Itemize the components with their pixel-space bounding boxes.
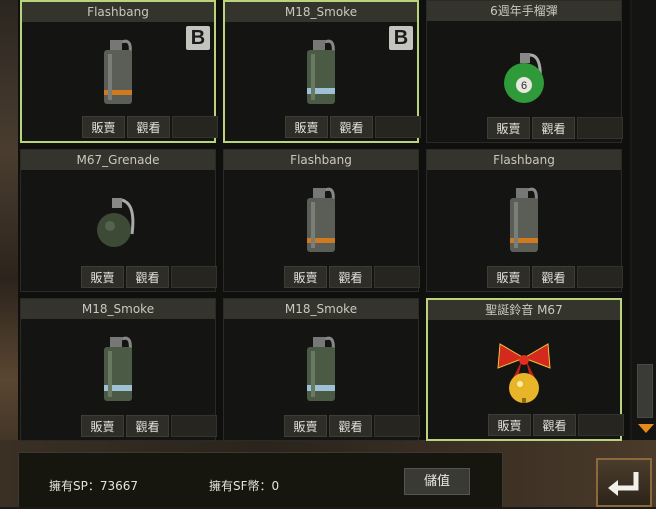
blank-button (374, 415, 420, 437)
scrollbar[interactable] (632, 0, 656, 440)
view-button[interactable]: 觀看 (126, 415, 169, 437)
smoke-grenade-icon (307, 336, 335, 401)
button-row: 販賣 觀看 (488, 414, 624, 436)
sell-button[interactable]: 販賣 (82, 116, 125, 138)
button-row: 販賣 觀看 (285, 116, 421, 138)
smoke-grenade-icon (104, 336, 132, 401)
frag-grenade-icon (97, 198, 135, 247)
sell-button[interactable]: 販賣 (284, 415, 327, 437)
item-card[interactable]: 聖誕鈴音 M67 販賣 觀看 (426, 298, 624, 441)
item-card[interactable]: Flashbang B 販賣 觀看 (20, 0, 218, 143)
sell-button[interactable]: 販賣 (487, 117, 530, 139)
view-button[interactable]: 觀看 (533, 414, 576, 436)
sell-button[interactable]: 販賣 (285, 116, 328, 138)
footer-panel: 擁有SP：73667 擁有SF幣：0 儲值 (18, 452, 503, 507)
item-card[interactable]: M67_Grenade 販賣 觀看 (20, 149, 217, 292)
flashbang-grenade-icon (104, 39, 132, 104)
button-row: 販賣 觀看 (487, 266, 623, 288)
return-button[interactable] (596, 458, 652, 507)
view-button[interactable]: 觀看 (126, 266, 169, 288)
background-left (0, 0, 18, 507)
item-name: 6週年手榴彈 (427, 1, 621, 21)
sp-balance: 擁有SP：73667 (49, 479, 139, 493)
view-button[interactable]: 觀看 (127, 116, 170, 138)
item-name: 聖誕鈴音 M67 (428, 300, 620, 320)
button-row: 販賣 觀看 (82, 116, 218, 138)
item-card[interactable]: Flashbang 販賣 觀看 (223, 149, 420, 292)
badge: B (186, 26, 210, 50)
sf-balance: 擁有SF幣：0 (209, 479, 280, 493)
item-card[interactable]: M18_Smoke 販賣 觀看 (20, 298, 217, 441)
christmas-bell-grenade-icon (497, 343, 551, 403)
blank-button (172, 116, 218, 138)
item-name: M18_Smoke (225, 2, 417, 22)
item-name: Flashbang (224, 150, 418, 170)
blank-button (374, 266, 420, 288)
view-button[interactable]: 觀看 (532, 117, 575, 139)
svg-text:6: 6 (521, 80, 527, 92)
return-arrow-icon (608, 472, 639, 496)
item-card[interactable]: 6週年手榴彈 6 販賣 觀看 (426, 0, 623, 143)
item-name: M67_Grenade (21, 150, 215, 170)
view-button[interactable]: 觀看 (329, 266, 372, 288)
scroll-down-arrow-icon[interactable] (638, 424, 654, 433)
sell-button[interactable]: 販賣 (487, 266, 530, 288)
item-card[interactable]: Flashbang 販賣 觀看 (426, 149, 623, 292)
anniversary-grenade-icon: 6 (504, 53, 544, 103)
flashbang-grenade-icon (307, 187, 335, 252)
button-row: 販賣 觀看 (284, 415, 420, 437)
sell-button[interactable]: 販賣 (284, 266, 327, 288)
item-name: Flashbang (427, 150, 621, 170)
button-row: 販賣 觀看 (81, 266, 217, 288)
scroll-thumb[interactable] (637, 364, 653, 418)
item-name: Flashbang (22, 2, 214, 22)
blank-button (578, 414, 624, 436)
sell-button[interactable]: 販賣 (81, 415, 124, 437)
blank-button (171, 415, 217, 437)
view-button[interactable]: 觀看 (330, 116, 373, 138)
item-name: M18_Smoke (21, 299, 215, 319)
view-button[interactable]: 觀看 (532, 266, 575, 288)
blank-button (577, 266, 623, 288)
sell-button[interactable]: 販賣 (81, 266, 124, 288)
sell-button[interactable]: 販賣 (488, 414, 531, 436)
badge: B (389, 26, 413, 50)
view-button[interactable]: 觀看 (329, 415, 372, 437)
blank-button (577, 117, 623, 139)
inventory-grid: Flashbang B 販賣 觀看 M18_Smoke B 販賣 觀看 6週年手… (18, 0, 630, 441)
item-card[interactable]: M18_Smoke B 販賣 觀看 (223, 0, 421, 143)
smoke-grenade-icon (307, 39, 335, 104)
button-row: 販賣 觀看 (81, 415, 217, 437)
blank-button (171, 266, 217, 288)
item-card[interactable]: M18_Smoke 販賣 觀看 (223, 298, 420, 441)
flashbang-grenade-icon (510, 187, 538, 252)
charge-button[interactable]: 儲值 (404, 468, 470, 495)
button-row: 販賣 觀看 (284, 266, 420, 288)
item-name: M18_Smoke (224, 299, 418, 319)
blank-button (375, 116, 421, 138)
button-row: 販賣 觀看 (487, 117, 623, 139)
